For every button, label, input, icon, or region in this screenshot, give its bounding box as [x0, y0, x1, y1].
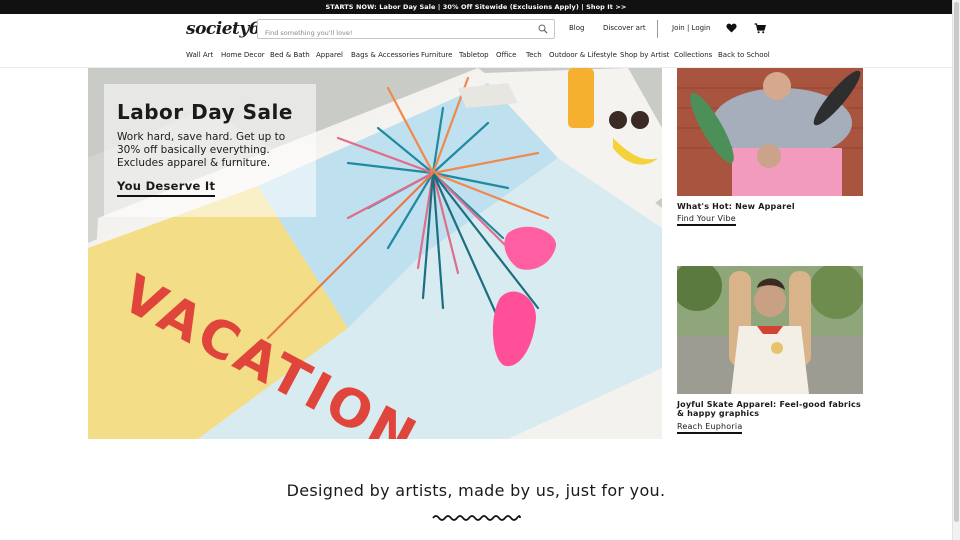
- blog-link[interactable]: Blog: [569, 24, 584, 32]
- nav-tech[interactable]: Tech: [526, 51, 542, 59]
- brand-tagline: Designed by artists, made by us, just fo…: [286, 481, 666, 500]
- skate-apparel-title: Joyful Skate Apparel: Feel-good fabrics …: [677, 400, 861, 418]
- search-icon[interactable]: [538, 24, 548, 34]
- hero-description: Work hard, save hard. Get up to 30% off …: [117, 131, 286, 169]
- skate-apparel-image[interactable]: [677, 266, 863, 394]
- nav-back-to-school[interactable]: Back to School: [718, 51, 770, 59]
- site-header: society6 Blog Discover art Join | Login …: [0, 14, 952, 68]
- squiggle-divider-icon: [432, 515, 521, 521]
- nav-bed-bath[interactable]: Bed & Bath: [270, 51, 310, 59]
- reach-euphoria-link[interactable]: Reach Euphoria: [677, 422, 743, 434]
- search-input[interactable]: [258, 24, 528, 42]
- hero-title: Labor Day Sale: [117, 100, 293, 124]
- nav-wall-art[interactable]: Wall Art: [186, 51, 213, 59]
- nav-shop-by-artist[interactable]: Shop by Artist: [620, 51, 669, 59]
- nav-office[interactable]: Office: [496, 51, 516, 59]
- nav-apparel[interactable]: Apparel: [316, 51, 343, 59]
- new-apparel-image[interactable]: [677, 68, 863, 196]
- nav-furniture[interactable]: Furniture: [421, 51, 452, 59]
- promo-text[interactable]: STARTS NOW: Labor Day Sale | 30% Off Sit…: [326, 3, 627, 11]
- find-your-vibe-link[interactable]: Find Your Vibe: [677, 214, 736, 226]
- search-bar[interactable]: [257, 19, 555, 42]
- cart-icon[interactable]: [754, 23, 766, 34]
- scrollbar-thumb[interactable]: [954, 2, 959, 522]
- nav-outdoor-lifestyle[interactable]: Outdoor & Lifestyle: [549, 51, 617, 59]
- logo[interactable]: society6: [186, 19, 261, 39]
- header-divider: [657, 20, 658, 38]
- nav-collections[interactable]: Collections: [674, 51, 712, 59]
- nav-bags-accessories[interactable]: Bags & Accessories: [351, 51, 419, 59]
- hero-banner[interactable]: VACATION Labor Day Sale Work hard, save …: [88, 68, 662, 439]
- category-nav: Wall Art Home Decor Bed & Bath Apparel B…: [0, 51, 952, 63]
- nav-home-decor[interactable]: Home Decor: [221, 51, 265, 59]
- discover-art-link[interactable]: Discover art: [603, 24, 646, 32]
- scrollbar[interactable]: [952, 0, 960, 540]
- hero-text-card: Labor Day Sale Work hard, save hard. Get…: [104, 84, 316, 217]
- hero-cta-link[interactable]: You Deserve It: [117, 179, 216, 197]
- join-login-link[interactable]: Join | Login: [672, 24, 710, 32]
- promo-banner[interactable]: STARTS NOW: Labor Day Sale | 30% Off Sit…: [0, 0, 952, 14]
- new-apparel-title: What's Hot: New Apparel: [677, 202, 795, 211]
- heart-icon[interactable]: [726, 23, 737, 33]
- nav-tabletop[interactable]: Tabletop: [459, 51, 489, 59]
